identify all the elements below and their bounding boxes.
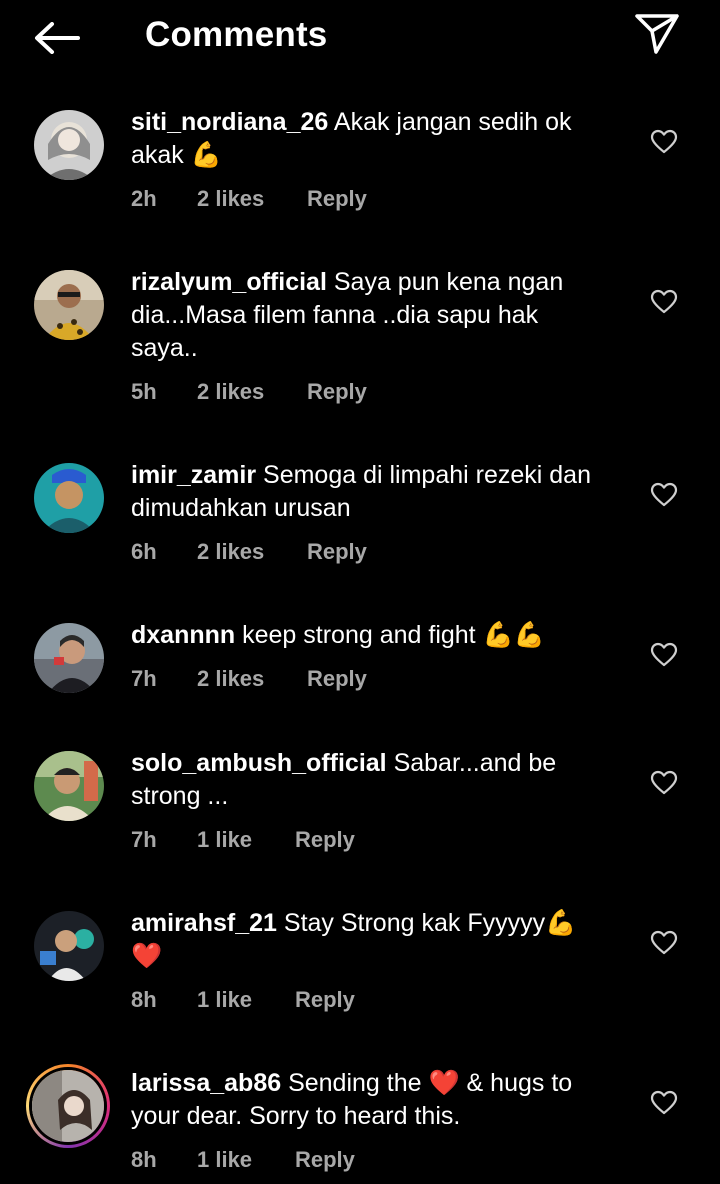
comment-likes[interactable]: 2 likes	[197, 186, 307, 212]
comment-time: 8h	[131, 987, 157, 1012]
comment-time: 5h	[131, 379, 157, 404]
heart-icon[interactable]	[650, 930, 678, 956]
comment-body: larissa_ab86 Sending the ❤️ & hugs to yo…	[131, 1067, 611, 1133]
comment-username[interactable]: dxannnn	[131, 621, 235, 649]
comment-username[interactable]: larissa_ab86	[131, 1069, 281, 1097]
comment-body: solo_ambush_official Sabar...and be stro…	[131, 747, 611, 813]
comment-username[interactable]: amirahsf_21	[131, 909, 277, 937]
comment-body: rizalyum_official Saya pun kena ngan dia…	[131, 266, 611, 365]
comment-meta: 7h 1 like Reply	[131, 827, 355, 853]
comment-likes[interactable]: 2 likes	[197, 539, 307, 565]
heart-icon[interactable]	[650, 770, 678, 796]
comment-likes[interactable]: 2 likes	[197, 379, 307, 405]
comment-time: 6h	[131, 539, 157, 564]
avatar[interactable]	[34, 270, 104, 340]
comment-username[interactable]: rizalyum_official	[131, 268, 327, 296]
heart-icon[interactable]	[650, 482, 678, 508]
avatar-story-ring[interactable]	[26, 1064, 110, 1148]
comment-body: siti_nordiana_26 Akak jangan sedih ok ak…	[131, 106, 611, 172]
comment-username[interactable]: imir_zamir	[131, 461, 256, 489]
comment-body: amirahsf_21 Stay Strong kak Fyyyyy💪 ❤️	[131, 907, 611, 973]
comment-likes[interactable]: 1 like	[197, 827, 295, 853]
comment-meta: 2h 2 likes Reply	[131, 186, 367, 212]
comment-likes[interactable]: 2 likes	[197, 666, 307, 692]
avatar[interactable]	[34, 751, 104, 821]
comment-time: 8h	[131, 1147, 157, 1172]
comment-body: imir_zamir Semoga di limpahi rezeki dan …	[131, 459, 611, 525]
reply-button[interactable]: Reply	[307, 186, 367, 212]
heart-icon[interactable]	[650, 1090, 678, 1116]
avatar[interactable]	[34, 911, 104, 981]
comment-meta: 8h 1 like Reply	[131, 1147, 355, 1173]
reply-button[interactable]: Reply	[307, 666, 367, 692]
comment-likes[interactable]: 1 like	[197, 987, 295, 1013]
comment-time: 7h	[131, 666, 157, 691]
comment-text: keep strong and fight 💪💪	[242, 621, 545, 649]
reply-button[interactable]: Reply	[295, 987, 355, 1013]
reply-button[interactable]: Reply	[307, 379, 367, 405]
comment-meta: 5h 2 likes Reply	[131, 379, 367, 405]
reply-button[interactable]: Reply	[295, 1147, 355, 1173]
heart-icon[interactable]	[650, 289, 678, 315]
avatar[interactable]	[34, 623, 104, 693]
comment-meta: 7h 2 likes Reply	[131, 666, 367, 692]
avatar	[29, 1067, 107, 1145]
heart-icon[interactable]	[650, 129, 678, 155]
reply-button[interactable]: Reply	[295, 827, 355, 853]
avatar[interactable]	[34, 110, 104, 180]
comment-username[interactable]: siti_nordiana_26	[131, 108, 328, 136]
comment-meta: 8h 1 like Reply	[131, 987, 355, 1013]
comment-time: 2h	[131, 186, 157, 211]
comment-body: dxannnn keep strong and fight 💪💪	[131, 619, 611, 652]
comment-time: 7h	[131, 827, 157, 852]
comments-list: siti_nordiana_26 Akak jangan sedih ok ak…	[0, 0, 720, 1184]
heart-icon[interactable]	[650, 642, 678, 668]
comment-username[interactable]: solo_ambush_official	[131, 749, 387, 777]
comment-meta: 6h 2 likes Reply	[131, 539, 367, 565]
avatar[interactable]	[34, 463, 104, 533]
comment-likes[interactable]: 1 like	[197, 1147, 295, 1173]
reply-button[interactable]: Reply	[307, 539, 367, 565]
